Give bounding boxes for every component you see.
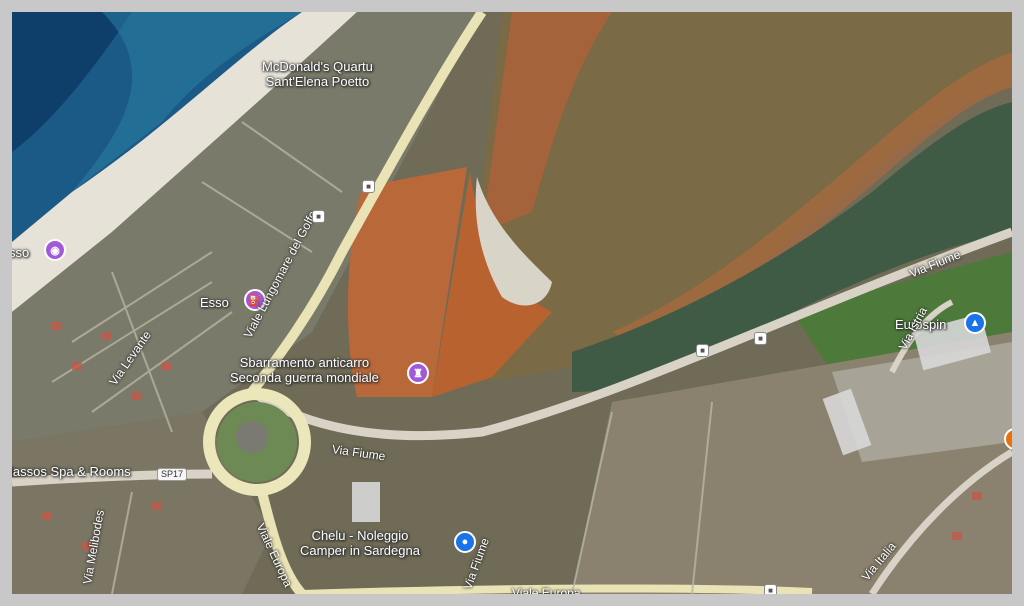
map-imagery bbox=[12, 12, 1012, 594]
map-frame: McDonald's Quartu Sant'Elena Poetto sso … bbox=[0, 0, 1024, 606]
shopping-cart-icon[interactable]: ▲ bbox=[964, 312, 986, 334]
chelu-label[interactable]: Chelu - Noleggio Camper in Sardegna bbox=[300, 528, 420, 558]
bus-stop-icon[interactable]: ■ bbox=[764, 584, 777, 594]
sbarramento-label[interactable]: Sbarramento anticarro Seconda guerra mon… bbox=[230, 355, 379, 385]
camera-icon[interactable]: ◉ bbox=[44, 239, 66, 261]
road-shield-sp17: SP17 bbox=[157, 468, 188, 481]
esso-label[interactable]: Esso bbox=[200, 295, 229, 310]
esso-left-label[interactable]: sso bbox=[12, 245, 29, 260]
road-label-viale-bottom: Viale Europa bbox=[512, 586, 581, 594]
monument-icon[interactable]: ♜ bbox=[407, 362, 429, 384]
bus-stop-icon[interactable]: ■ bbox=[312, 210, 325, 223]
bus-stop-icon[interactable]: ■ bbox=[696, 344, 709, 357]
spa-label[interactable]: lassos Spa & Rooms bbox=[12, 464, 131, 479]
satellite-map[interactable]: McDonald's Quartu Sant'Elena Poetto sso … bbox=[12, 12, 1012, 594]
bus-stop-icon[interactable]: ■ bbox=[362, 180, 375, 193]
bus-stop-icon[interactable]: ■ bbox=[754, 332, 767, 345]
mcdonalds-label[interactable]: McDonald's Quartu Sant'Elena Poetto bbox=[262, 59, 373, 89]
